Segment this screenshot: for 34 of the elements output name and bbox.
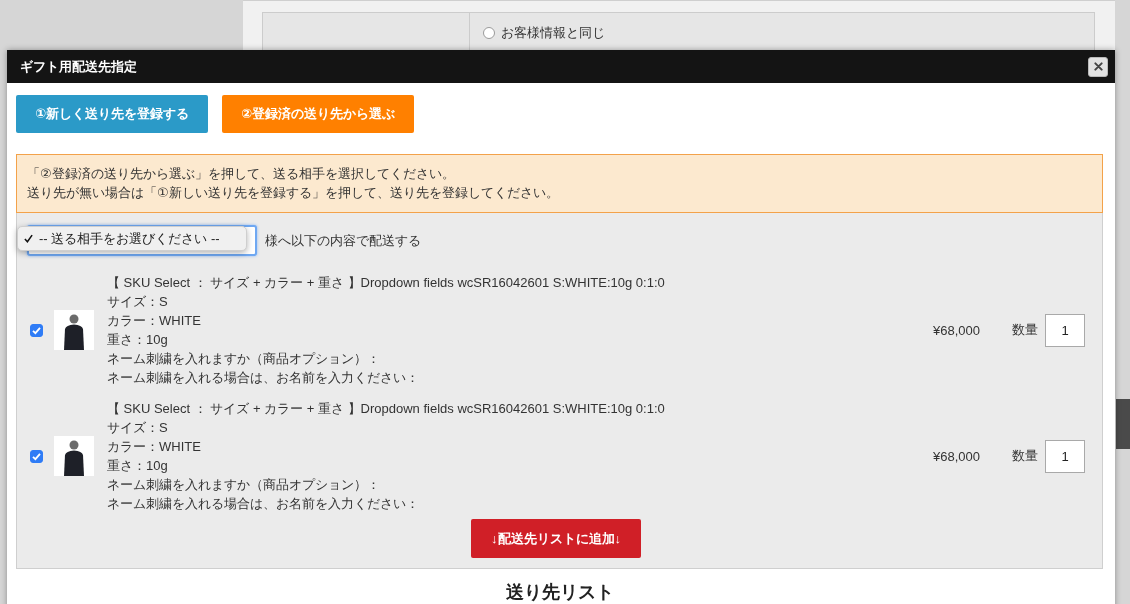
recipient-suffix: 様へ以下の内容で配送する [265, 231, 421, 250]
product-name: 【 SKU Select ： サイズ + カラー + 重さ 】Dropdown fields wcSR16042601 S:WHITE:10g 0:1:0 [107, 401, 665, 416]
product-option: 重さ：10g [107, 458, 168, 473]
dialog-title: ギフト用配送先指定 [20, 57, 137, 76]
close-icon [1093, 62, 1103, 71]
quantity-field[interactable]: 1 [1045, 313, 1085, 347]
product-photo-placeholder [54, 436, 94, 476]
product-photo-placeholder [54, 310, 94, 350]
close-button[interactable] [1088, 56, 1108, 77]
add-to-list-button[interactable]: ↓配送先リストに追加↓ [471, 519, 641, 558]
product-price: ¥68,000 [933, 448, 980, 464]
product-price: ¥68,000 [933, 322, 980, 338]
radio-button[interactable] [483, 27, 495, 39]
dropdown-option[interactable]: -- 送る相手をお選びください -- [18, 229, 226, 248]
product-option: サイズ：S [107, 294, 168, 309]
section-heading: 送り先リスト [505, 582, 614, 602]
product-name: 【 SKU Select ： サイズ + カラー + 重さ 】Dropdown fields wcSR16042601 S:WHITE:10g 0:1:0 [107, 275, 665, 290]
radio-label: お客様情報と同じ [501, 25, 605, 41]
product-option: ネーム刺繍を入れますか（商品オプション）： [107, 477, 380, 492]
notice-text: 送り先が無い場合は「①新しい送り先を登録する」を押して、送り先を登録してください。 [27, 185, 559, 200]
product-option: ネーム刺繍を入れますか（商品オプション）： [107, 351, 380, 366]
quantity-label: 数量 [1012, 447, 1038, 465]
quantity-field[interactable]: 1 [1045, 439, 1085, 473]
checkbox[interactable] [30, 449, 43, 463]
product-option: ネーム刺繍を入れる場合は、お名前を入力ください： [107, 496, 419, 511]
checkbox[interactable] [30, 323, 43, 337]
product-option: カラー：WHITE [107, 439, 201, 454]
product-option: ネーム刺繍を入れる場合は、お名前を入力ください： [107, 370, 419, 385]
product-option: 重さ：10g [107, 332, 168, 347]
notice-text: 「②登録済の送り先から選ぶ」を押して、送る相手を選択してください。 [27, 166, 455, 181]
check-icon [24, 234, 33, 243]
quantity-label: 数量 [1012, 321, 1038, 339]
product-option: サイズ：S [107, 420, 168, 435]
product-option: カラー：WHITE [107, 313, 201, 328]
